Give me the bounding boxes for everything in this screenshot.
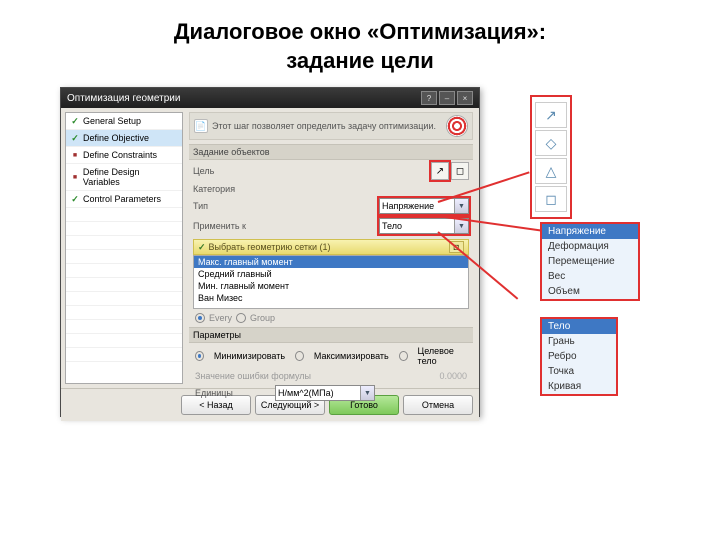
every-group-row: Every Group	[189, 309, 473, 327]
maximize-radio[interactable]	[295, 351, 304, 361]
list-item[interactable]: Грань	[542, 334, 616, 349]
check-icon	[198, 242, 209, 253]
info-icon: 📄	[194, 119, 208, 133]
main-panel: 📄 Этот шаг позволяет определить задачу о…	[187, 108, 479, 388]
curve-icon: ↗	[535, 102, 567, 128]
objects-header: Задание объектов	[189, 144, 473, 160]
titlebar: Оптимизация геометрии ? – ×	[61, 88, 479, 108]
every-radio[interactable]	[195, 313, 205, 323]
callout-goal-icons: ↗ ◇ △ ◻	[530, 95, 572, 219]
title-line1: Диалоговое окно «Оптимизация»:	[20, 18, 700, 47]
optimization-dialog: Оптимизация геометрии ? – × General Setu…	[60, 87, 480, 417]
list-item[interactable]: Кривая	[542, 379, 616, 394]
moment-listbox[interactable]: Макс. главный момент Средний главный Мин…	[193, 255, 469, 309]
hint-text: Этот шаг позволяет определить задачу опт…	[212, 121, 442, 131]
target-radio[interactable]	[399, 351, 408, 361]
group-radio[interactable]	[236, 313, 246, 323]
check-icon	[70, 116, 80, 126]
sidebar-item-define-objective[interactable]: Define Objective	[66, 130, 182, 147]
diamond-icon: ◇	[535, 130, 567, 156]
apply-label: Применить к	[193, 221, 273, 231]
callout-type-list: Напряжение Деформация Перемещение Вес Об…	[540, 222, 640, 301]
triangle-icon: △	[535, 158, 567, 184]
list-item[interactable]: Объем	[542, 284, 638, 299]
required-icon	[70, 150, 80, 160]
category-label: Категория	[193, 184, 273, 194]
formula-label: Значение ошибки формулы	[195, 371, 311, 381]
sidebar-item-define-constraints[interactable]: Define Constraints	[66, 147, 182, 164]
list-item[interactable]: Ребро	[542, 349, 616, 364]
list-item[interactable]: Макс. главный момент	[194, 256, 468, 268]
goal-icon-2[interactable]: ◻	[451, 162, 469, 180]
callout-apply-list: Тело Грань Ребро Точка Кривая	[540, 317, 618, 396]
required-icon	[70, 172, 80, 182]
chevron-down-icon: ▼	[454, 219, 468, 233]
units-label: Единицы	[195, 388, 275, 398]
square-icon: ◻	[535, 186, 567, 212]
type-combo[interactable]: Напряжение ▼	[379, 198, 469, 214]
wizard-sidebar: General Setup Define Objective Define Co…	[65, 112, 183, 384]
window-title: Оптимизация геометрии	[67, 93, 421, 104]
minimize-button[interactable]: –	[439, 91, 455, 105]
slide-title: Диалоговое окно «Оптимизация»: задание ц…	[0, 0, 720, 87]
list-item[interactable]: Средний главный	[194, 268, 468, 280]
geometry-select-bar[interactable]: Выбрать геометрию сетки (1) ◘	[193, 239, 469, 255]
sidebar-item-control-parameters[interactable]: Control Parameters	[66, 191, 182, 208]
units-combo[interactable]: Н/мм^2(МПа) ▼	[275, 385, 375, 401]
sidebar-item-define-design-variables[interactable]: Define Design Variables	[66, 164, 182, 191]
apply-combo[interactable]: Тело ▼	[379, 218, 469, 234]
list-item[interactable]: Ван Мизес	[194, 292, 468, 304]
type-label: Тип	[193, 201, 273, 211]
params-header: Параметры	[189, 327, 473, 343]
formula-value: 0.0000	[439, 371, 467, 381]
goal-label: Цель	[193, 166, 273, 176]
list-item[interactable]: Деформация	[542, 239, 638, 254]
list-item[interactable]: Тело	[542, 319, 616, 334]
help-button[interactable]: ?	[421, 91, 437, 105]
chevron-down-icon: ▼	[360, 386, 374, 400]
list-item[interactable]: Точка	[542, 364, 616, 379]
close-button[interactable]: ×	[457, 91, 473, 105]
list-item[interactable]: Напряжение	[542, 224, 638, 239]
target-icon	[446, 115, 468, 137]
goal-icon-1[interactable]: ↗	[431, 162, 449, 180]
sidebar-item-general-setup[interactable]: General Setup	[66, 113, 182, 130]
chevron-down-icon: ▼	[454, 199, 468, 213]
list-item[interactable]: Вес	[542, 269, 638, 284]
title-line2: задание цели	[20, 47, 700, 76]
hint-row: 📄 Этот шаг позволяет определить задачу о…	[189, 112, 473, 140]
list-item[interactable]: Перемещение	[542, 254, 638, 269]
minimize-radio[interactable]	[195, 351, 204, 361]
check-icon	[70, 133, 80, 143]
list-item[interactable]: Мин. главный момент	[194, 280, 468, 292]
check-icon	[70, 194, 80, 204]
